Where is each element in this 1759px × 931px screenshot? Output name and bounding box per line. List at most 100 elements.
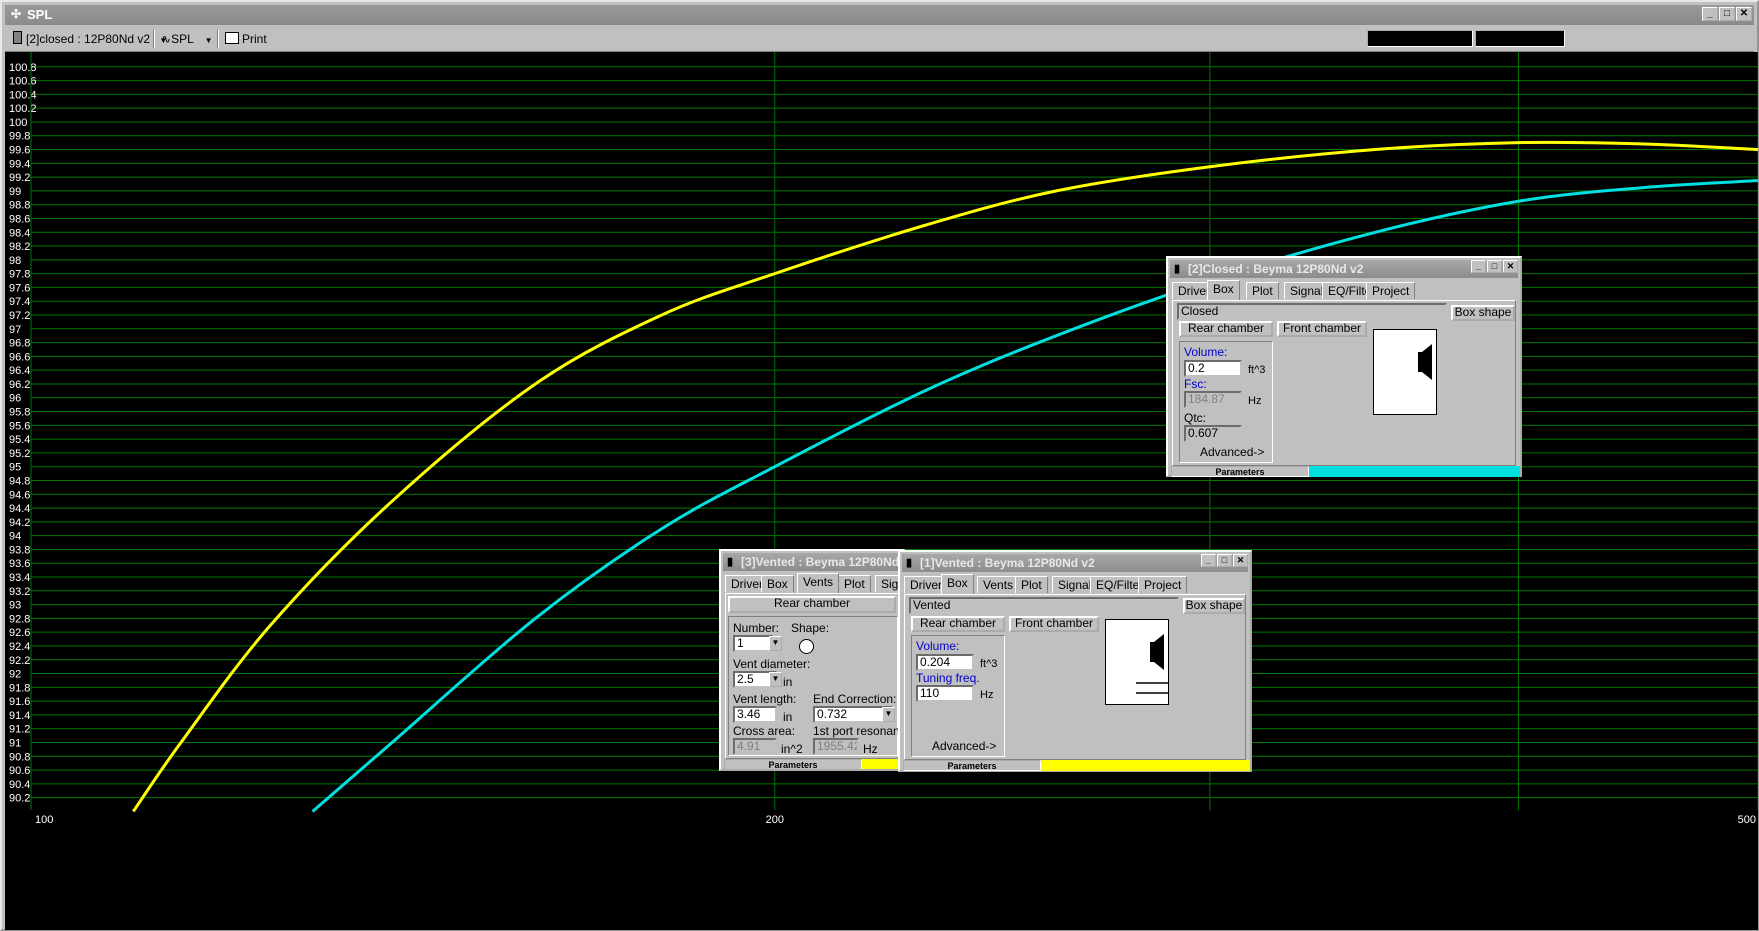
tab-plot[interactable]: Plot xyxy=(838,575,871,592)
y-tick-label: 96.6 xyxy=(9,351,30,363)
port-resonance-label: 1st port resonance: xyxy=(813,724,903,738)
shape-label: Shape: xyxy=(791,621,830,635)
y-tick-label: 97.6 xyxy=(9,282,30,294)
tab-plot[interactable]: Plot xyxy=(1246,282,1279,299)
fsc-field: 184.87 xyxy=(1184,391,1242,408)
status-parameters: Parameters xyxy=(903,760,1041,771)
print-button[interactable]: Print xyxy=(225,31,267,47)
number-label: Number: xyxy=(733,621,780,635)
y-tick-label: 92.6 xyxy=(9,627,30,639)
front-chamber-button[interactable]: Front chamber xyxy=(1277,321,1367,337)
tab-box[interactable]: Box xyxy=(941,574,974,594)
vents-window-titlebar[interactable]: ▮ [3]Vented : Beyma 12P80Nd v2 xyxy=(723,553,901,571)
tab-project[interactable]: Project xyxy=(1138,576,1188,593)
cross-area-label: Cross area: xyxy=(733,724,796,738)
end-correction-field[interactable]: 0.732 xyxy=(813,706,893,723)
tab-box[interactable]: Box xyxy=(761,575,794,592)
vented-window-titlebar[interactable]: ▮ [1]Vented : Beyma 12P80Nd v2 xyxy=(902,554,1248,572)
vent-length-unit: in xyxy=(783,710,793,724)
rear-chamber-button[interactable]: Rear chamber xyxy=(728,596,896,613)
closed-window-titlebar[interactable]: ▮ [2]Closed : Beyma 12P80Nd v2 xyxy=(1170,260,1518,278)
y-tick-label: 94 xyxy=(9,531,21,543)
spl-chart[interactable]: 100.8 100.6100.4 100.2 100 99.8 99.699.4 99.2 9… xyxy=(5,52,1758,930)
box-type-field: Closed xyxy=(1177,303,1447,320)
y-tick-label: 91 xyxy=(9,737,21,749)
closed-box-diagram xyxy=(1373,329,1437,415)
box-panel: Closed Box shape Rear chamber Front cham… xyxy=(1172,300,1516,466)
vents-window: ▮ [3]Vented : Beyma 12P80Nd v2 Driver Bo… xyxy=(719,549,905,771)
y-tick-label: 99 xyxy=(9,186,21,198)
y-tick-label: 90.8 xyxy=(9,751,30,763)
box-shape-button[interactable]: Box shape xyxy=(1451,305,1515,321)
minimize-button[interactable]: _ xyxy=(1702,7,1718,21)
volume-unit: ft^3 xyxy=(980,658,998,670)
y-tick-label: 90.4 xyxy=(9,779,30,791)
number-dropdown-icon[interactable]: ▼ xyxy=(769,636,782,651)
tab-box[interactable]: Box xyxy=(1207,280,1240,300)
circle-shape-icon[interactable] xyxy=(799,639,814,654)
tuning-freq-field[interactable]: 110 xyxy=(916,685,974,702)
y-tick-label: 100.4 xyxy=(9,89,37,101)
y-tick-label: 100.2 xyxy=(9,103,37,115)
volume-field[interactable]: 0.2 xyxy=(1184,360,1242,377)
number-field[interactable]: 1 xyxy=(733,635,773,652)
window-titlebar[interactable]: ✣ SPL _ □ ✕ xyxy=(5,5,1754,25)
y-tick-label: 100 xyxy=(9,117,27,129)
diameter-dropdown-icon[interactable]: ▼ xyxy=(769,672,782,687)
box-shape-button[interactable]: Box shape xyxy=(1183,598,1245,614)
volume-field[interactable]: 0.204 xyxy=(916,654,974,671)
advanced-link[interactable]: Advanced-> xyxy=(1200,445,1264,459)
y-tick-label: 99.4 xyxy=(9,158,30,170)
end-correction-dropdown-icon[interactable]: ▼ xyxy=(882,707,895,722)
speaker-icon: ▮ xyxy=(906,557,913,569)
y-tick-label: 93.4 xyxy=(9,572,30,584)
y-tick-label: 90.6 xyxy=(9,765,30,777)
y-tick-label: 92.4 xyxy=(9,641,30,653)
y-tick-label: 95.4 xyxy=(9,434,30,446)
end-correction-label: End Correction: xyxy=(813,692,897,706)
y-tick-label: 97.4 xyxy=(9,296,30,308)
y-tick-label: 92.2 xyxy=(9,655,30,667)
vented-window-title: [1]Vented : Beyma 12P80Nd v2 xyxy=(920,556,1095,570)
close-button[interactable]: ✕ xyxy=(1503,260,1518,273)
status-color-bar xyxy=(1041,760,1250,771)
tab-vents[interactable]: Vents xyxy=(797,573,840,593)
y-tick-label: 91.8 xyxy=(9,682,30,694)
y-tick-label: 96.8 xyxy=(9,338,30,350)
vent-length-field[interactable]: 3.46 xyxy=(733,706,777,723)
box-panel: Vented Box shape Rear chamber Front cham… xyxy=(904,594,1246,760)
y-tick-label: 93.6 xyxy=(9,558,30,570)
minimize-button[interactable]: _ xyxy=(1471,260,1486,273)
tuning-freq-unit: Hz xyxy=(980,689,994,701)
close-button[interactable]: ✕ xyxy=(1736,7,1752,21)
minimize-button[interactable]: _ xyxy=(1201,554,1216,567)
y-tick-label: 90.2 xyxy=(9,793,30,805)
tab-project[interactable]: Project xyxy=(1366,282,1416,299)
y-tick-label: 98.8 xyxy=(9,200,30,212)
y-tick-label: 100.8 xyxy=(9,62,37,74)
restore-button[interactable]: □ xyxy=(1217,554,1232,567)
project-selector[interactable]: [2]closed : 12P80Nd v2 ▼ xyxy=(13,31,167,47)
speaker-diagram-icon xyxy=(1418,344,1432,380)
rear-chamber-button[interactable]: Rear chamber xyxy=(911,616,1005,632)
close-button[interactable]: ✕ xyxy=(1233,554,1248,567)
qtc-field: 0.607 xyxy=(1184,425,1242,442)
closed-tabs: Driver Box Plot Signal EQ/Filter Project xyxy=(1172,280,1516,300)
y-tick-label: 91.2 xyxy=(9,724,30,736)
vent-diameter-unit: in xyxy=(783,675,793,689)
restore-button[interactable]: □ xyxy=(1719,7,1735,21)
y-tick-label: 96.4 xyxy=(9,365,30,377)
tab-vents[interactable]: Vents xyxy=(977,576,1020,593)
restore-button[interactable]: □ xyxy=(1487,260,1502,273)
fsc-label: Fsc: xyxy=(1184,377,1207,391)
advanced-link[interactable]: Advanced-> xyxy=(932,739,996,753)
y-tick-label: 99.8 xyxy=(9,131,30,143)
spl-plot-area[interactable]: 100.8 100.6 100.4 100.2 100 99.8 99.6 99.4 99.2 9… xyxy=(5,52,1758,930)
y-tick-label: 96.2 xyxy=(9,379,30,391)
front-chamber-button[interactable]: Front chamber xyxy=(1009,616,1099,632)
status-color-bar xyxy=(1309,466,1520,477)
vents-panel: Rear chamber Number: 1 ▼ Shape: Vent dia… xyxy=(725,593,903,759)
rear-chamber-button[interactable]: Rear chamber xyxy=(1179,321,1273,337)
tab-plot[interactable]: Plot xyxy=(1015,576,1048,593)
plot-type-selector[interactable]: ∿SPL ▼ xyxy=(161,31,213,47)
